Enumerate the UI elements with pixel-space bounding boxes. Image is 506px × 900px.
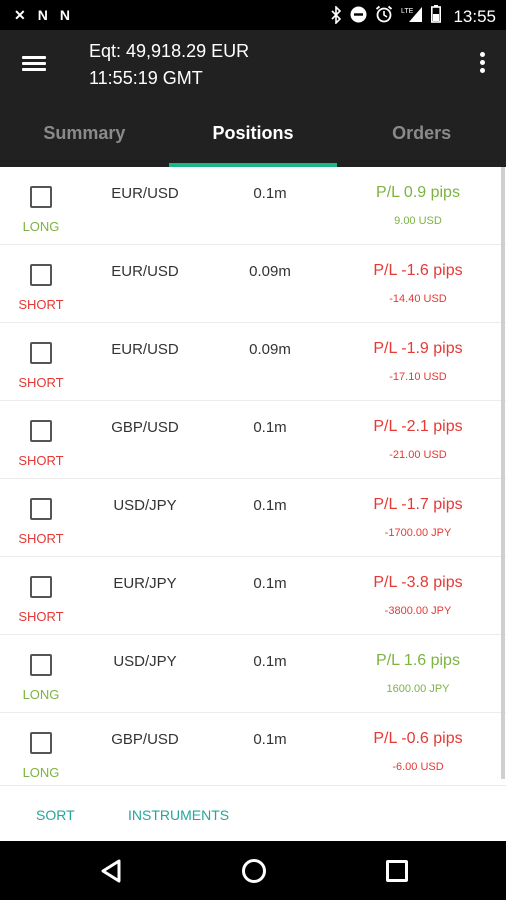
position-checkbox[interactable] — [30, 342, 52, 364]
sort-button[interactable]: SORT — [36, 807, 75, 823]
position-row[interactable]: SHORT EUR/USD 0.09m P/L -1.9 pips -17.10… — [0, 323, 506, 401]
position-pair: EUR/USD — [111, 263, 179, 280]
position-pl-value: -17.10 USD — [389, 371, 447, 383]
position-pl-pips: P/L 0.9 pips — [376, 184, 460, 201]
navigation-bar — [0, 841, 506, 900]
position-amount: 0.1m — [253, 653, 287, 670]
tab-positions[interactable]: Positions — [168, 100, 338, 167]
position-side: SHORT — [18, 453, 64, 468]
position-pl-pips: P/L -3.8 pips — [373, 574, 463, 591]
position-row[interactable]: SHORT USD/JPY 0.1m P/L -1.7 pips -1700.0… — [0, 479, 506, 557]
position-side: SHORT — [18, 531, 64, 546]
position-pl-pips: P/L -1.9 pips — [373, 340, 463, 357]
position-pair: GBP/USD — [111, 731, 179, 748]
recent-apps-icon[interactable] — [386, 860, 408, 882]
do-not-disturb-icon — [350, 6, 367, 28]
position-pl-pips: P/L -1.7 pips — [373, 496, 463, 513]
tab-summary[interactable]: Summary — [0, 100, 169, 167]
position-amount: 0.1m — [253, 575, 287, 592]
position-side: LONG — [22, 219, 60, 234]
position-pair: USD/JPY — [113, 497, 177, 514]
hamburger-menu-icon[interactable] — [20, 50, 50, 80]
position-pl-value: -3800.00 JPY — [384, 605, 452, 617]
tab-orders[interactable]: Orders — [337, 100, 506, 167]
position-pl-pips: P/L -0.6 pips — [373, 730, 463, 747]
app-bar: Eqt: 49,918.29 EUR 11:55:19 GMT — [0, 30, 506, 100]
position-pair: EUR/JPY — [113, 575, 177, 592]
position-row[interactable]: LONG GBP/USD 0.1m P/L -0.6 pips -6.00 US… — [0, 713, 506, 785]
position-checkbox[interactable] — [30, 264, 52, 286]
position-pl-value: -21.00 USD — [389, 449, 447, 461]
status-bar: ✕ N N LTE 13:55 — [0, 0, 506, 30]
position-row[interactable]: LONG EUR/USD 0.1m P/L 0.9 pips 9.00 USD — [0, 167, 506, 245]
notification-x-icon: ✕ — [14, 7, 26, 23]
position-amount: 0.1m — [253, 497, 287, 514]
status-right-icons: LTE 13:55 — [330, 4, 496, 28]
battery-icon — [431, 5, 442, 28]
position-checkbox[interactable] — [30, 654, 52, 676]
position-side: SHORT — [18, 609, 64, 624]
position-side: SHORT — [18, 375, 64, 390]
home-icon[interactable] — [242, 859, 266, 883]
position-row[interactable]: LONG USD/JPY 0.1m P/L 1.6 pips 1600.00 J… — [0, 635, 506, 713]
positions-list[interactable]: LONG EUR/USD 0.1m P/L 0.9 pips 9.00 USD … — [0, 167, 506, 785]
position-pl-value: -1700.00 JPY — [384, 527, 452, 539]
position-checkbox[interactable] — [30, 498, 52, 520]
bluetooth-icon — [330, 4, 342, 28]
scrollbar[interactable] — [501, 167, 505, 779]
instruments-button[interactable]: INSTRUMENTS — [128, 807, 229, 823]
position-amount: 0.09m — [249, 263, 291, 280]
back-icon[interactable] — [100, 859, 122, 888]
position-amount: 0.1m — [253, 185, 287, 202]
lte-label: LTE — [401, 8, 414, 15]
position-pl-value: -6.00 USD — [392, 761, 444, 773]
gmt-time-label: 11:55:19 GMT — [89, 68, 203, 88]
position-side: SHORT — [18, 297, 64, 312]
position-amount: 0.1m — [253, 731, 287, 748]
position-checkbox[interactable] — [30, 576, 52, 598]
position-amount: 0.1m — [253, 419, 287, 436]
position-pair: GBP/USD — [111, 419, 179, 436]
position-pl-pips: P/L -2.1 pips — [373, 418, 463, 435]
position-pl-pips: P/L -1.6 pips — [373, 262, 463, 279]
position-pair: EUR/USD — [111, 185, 179, 202]
position-pl-pips: P/L 1.6 pips — [376, 652, 460, 669]
position-row[interactable]: SHORT EUR/JPY 0.1m P/L -3.8 pips -3800.0… — [0, 557, 506, 635]
lte-signal-icon: LTE — [401, 5, 423, 28]
position-row[interactable]: SHORT EUR/USD 0.09m P/L -1.6 pips -14.40… — [0, 245, 506, 323]
status-left-icons: ✕ N N — [14, 6, 70, 24]
position-pl-value: 1600.00 JPY — [386, 683, 450, 695]
position-pair: EUR/USD — [111, 341, 179, 358]
bottom-actions: SORT INSTRUMENTS — [0, 785, 506, 842]
position-pair: USD/JPY — [113, 653, 177, 670]
position-pl-value: -14.40 USD — [389, 293, 447, 305]
position-pl-value: 9.00 USD — [394, 215, 442, 227]
position-amount: 0.09m — [249, 341, 291, 358]
status-time: 13:55 — [453, 6, 496, 26]
position-checkbox[interactable] — [30, 186, 52, 208]
position-checkbox[interactable] — [30, 732, 52, 754]
tab-bar: Summary Positions Orders — [0, 100, 506, 167]
position-checkbox[interactable] — [30, 420, 52, 442]
alarm-icon — [375, 5, 393, 28]
position-side: LONG — [22, 765, 60, 780]
n-app-icon: N — [37, 7, 48, 23]
equity-label: Eqt: 49,918.29 EUR — [89, 41, 250, 61]
more-options-icon[interactable] — [476, 52, 488, 80]
position-row[interactable]: SHORT GBP/USD 0.1m P/L -2.1 pips -21.00 … — [0, 401, 506, 479]
position-side: LONG — [22, 687, 60, 702]
n-app-icon: N — [59, 7, 70, 23]
